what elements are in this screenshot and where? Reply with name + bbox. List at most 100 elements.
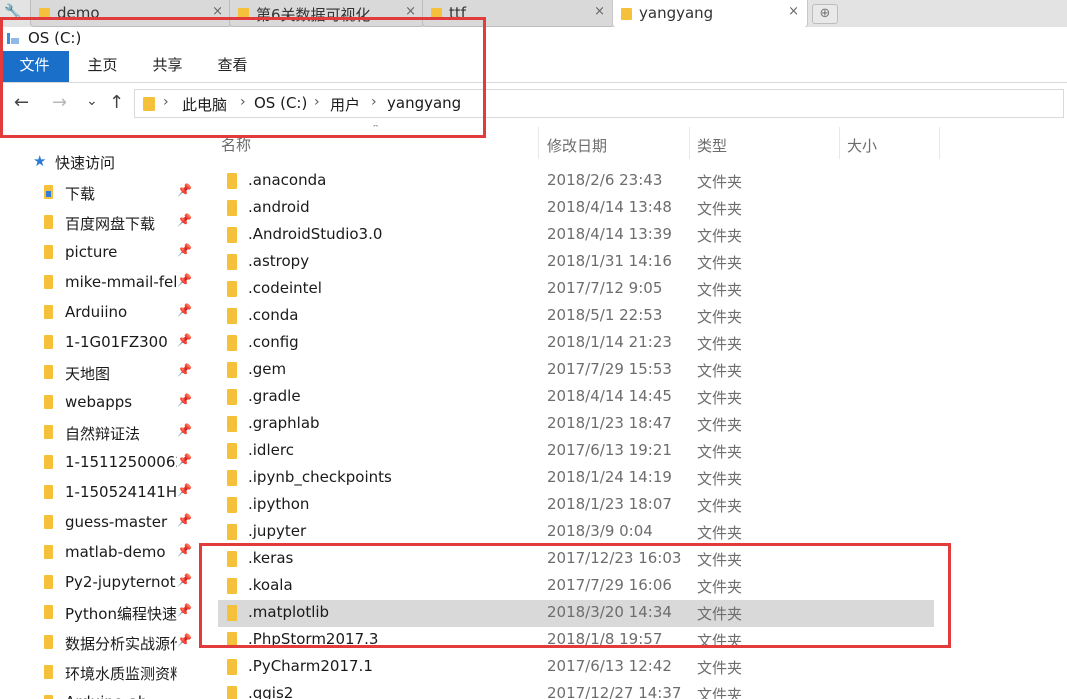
tab-visualization[interactable]: 第6关数据可视化 × [229,0,425,27]
sidebar-item[interactable]: mike-mmail-fel 📌 [0,267,200,297]
pin-icon[interactable]: 📌 [177,183,192,197]
file-row[interactable]: .ipynb_checkpoints 2018/1/24 14:19 文件夹 [218,465,934,492]
pin-icon[interactable]: 📌 [177,303,192,317]
sidebar-item[interactable]: Arduino-ab [0,687,200,699]
column-header-type[interactable]: 类型 [697,135,727,156]
column-divider[interactable] [839,127,840,159]
file-row[interactable]: .astropy 2018/1/31 14:16 文件夹 [218,249,934,276]
pin-icon[interactable]: 📌 [177,393,192,407]
sidebar-item[interactable]: 天地图 📌 [0,357,200,387]
file-row[interactable]: .PhpStorm2017.3 2018/1/8 19:57 文件夹 [218,627,934,654]
sidebar-item-label: 快速访问 [55,154,116,172]
up-arrow-icon[interactable]: ↑ [109,93,124,113]
file-row[interactable]: .koala 2017/7/29 16:06 文件夹 [218,573,934,600]
pin-icon[interactable]: 📌 [177,633,192,647]
column-header-name[interactable]: 名称 [221,134,251,155]
file-row[interactable]: .qgis2 2017/12/27 14:37 文件夹 [218,681,934,699]
sidebar-item[interactable]: 自然辩证法 📌 [0,417,200,447]
close-icon[interactable]: × [788,4,799,19]
address-bar[interactable]: › 此电脑 › OS (C:) › 用户 › yangyang [134,89,1064,118]
ribbon-tab-home[interactable]: 主页 [75,51,130,82]
file-row[interactable]: .gem 2017/7/29 15:53 文件夹 [218,357,934,384]
pin-icon[interactable]: 📌 [177,543,192,557]
pin-icon[interactable]: 📌 [177,573,192,587]
file-row[interactable]: .idlerc 2017/6/13 19:21 文件夹 [218,438,934,465]
file-name: .ipython [248,495,310,513]
file-row[interactable]: .PyCharm2017.1 2017/6/13 12:42 文件夹 [218,654,934,681]
folder-icon [227,389,237,405]
close-icon[interactable]: × [212,4,223,19]
pin-icon[interactable]: 📌 [177,363,192,377]
file-row[interactable]: .config 2018/1/14 21:23 文件夹 [218,330,934,357]
file-row[interactable]: .android 2018/4/14 13:48 文件夹 [218,195,934,222]
folder-icon [44,395,53,409]
column-header-size[interactable]: 大小 [847,135,877,156]
pin-icon[interactable]: 📌 [177,483,192,497]
tab-demo[interactable]: demo × [30,0,232,27]
column-divider[interactable] [689,127,690,159]
sidebar-item[interactable]: 1-15112500062 📌 [0,447,200,477]
sidebar-item[interactable]: 1-1G01FZ300 📌 [0,327,200,357]
new-tab-icon[interactable]: ⊕ [812,4,838,24]
file-row[interactable]: .codeintel 2017/7/12 9:05 文件夹 [218,276,934,303]
file-row[interactable]: .conda 2018/5/1 22:53 文件夹 [218,303,934,330]
sidebar-item[interactable]: Py2-jupyternot 📌 [0,567,200,597]
column-divider[interactable] [939,127,940,159]
file-row[interactable]: .AndroidStudio3.0 2018/4/14 13:39 文件夹 [218,222,934,249]
breadcrumb-this-pc[interactable]: 此电脑 [182,94,227,115]
pin-icon[interactable]: 📌 [177,273,192,287]
sidebar-item[interactable]: Python编程快速 📌 [0,597,200,627]
breadcrumb-users[interactable]: 用户 [330,94,360,115]
file-name: .keras [248,549,294,567]
ribbon-tab-share[interactable]: 共享 [140,51,195,82]
back-arrow-icon[interactable]: ← [14,93,29,113]
sidebar-item[interactable]: 下载 📌 [0,177,200,207]
sidebar-item[interactable]: picture 📌 [0,237,200,267]
column-divider[interactable] [538,127,539,159]
pin-icon[interactable]: 📌 [177,453,192,467]
ribbon-tab-file[interactable]: 文件 [0,51,69,82]
folder-icon [44,215,53,229]
file-row[interactable]: .matplotlib 2018/3/20 14:34 文件夹 [218,600,934,627]
pin-icon[interactable]: 📌 [177,513,192,527]
column-header-date[interactable]: 修改日期 [547,135,607,156]
pin-icon[interactable]: 📌 [177,213,192,227]
recent-locations-icon[interactable]: ⌄ [86,91,98,111]
file-row[interactable]: .keras 2017/12/23 16:03 文件夹 [218,546,934,573]
file-row[interactable]: .anaconda 2018/2/6 23:43 文件夹 [218,168,934,195]
file-name: .PyCharm2017.1 [248,657,373,675]
breadcrumb-yangyang[interactable]: yangyang [387,94,461,112]
breadcrumb-separator[interactable]: › [163,94,169,110]
breadcrumb-drive[interactable]: OS (C:) [254,94,307,112]
breadcrumb-separator[interactable]: › [240,94,246,110]
sidebar-item-label: 1-1G01FZ300 [65,333,168,351]
tab-yangyang[interactable]: yangyang × [612,0,808,27]
file-row[interactable]: .jupyter 2018/3/9 0:04 文件夹 [218,519,934,546]
file-date: 2018/4/14 14:45 [547,387,672,405]
close-icon[interactable]: × [405,4,416,19]
file-name: .jupyter [248,522,307,540]
pin-icon[interactable]: 📌 [177,423,192,437]
sidebar-item[interactable]: 数据分析实战源代 📌 [0,627,200,657]
file-row[interactable]: .graphlab 2018/1/23 18:47 文件夹 [218,411,934,438]
forward-arrow-icon[interactable]: → [52,93,67,113]
folder-icon [44,545,53,559]
sidebar-item[interactable]: 1-150524141H 📌 [0,477,200,507]
pin-icon[interactable]: 📌 [177,333,192,347]
sidebar-item[interactable]: Arduiino 📌 [0,297,200,327]
close-icon[interactable]: × [594,4,605,19]
sidebar-item[interactable]: guess-master 📌 [0,507,200,537]
sidebar-item[interactable]: 环境水质监测资料 [0,657,200,687]
sidebar-item[interactable]: matlab-demo 📌 [0,537,200,567]
pin-icon[interactable]: 📌 [177,243,192,257]
breadcrumb-separator[interactable]: › [371,94,377,110]
sidebar-item[interactable]: webapps 📌 [0,387,200,417]
ribbon-tab-view[interactable]: 查看 [205,51,260,82]
tab-ttf[interactable]: ttf × [422,0,614,27]
file-row[interactable]: .gradle 2018/4/14 14:45 文件夹 [218,384,934,411]
pin-icon[interactable]: 📌 [177,603,192,617]
breadcrumb-separator[interactable]: › [314,94,320,110]
sidebar-item[interactable]: 百度网盘下载 📌 [0,207,200,237]
wrench-icon[interactable]: 🔧 [4,3,22,21]
file-row[interactable]: .ipython 2018/1/23 18:07 文件夹 [218,492,934,519]
